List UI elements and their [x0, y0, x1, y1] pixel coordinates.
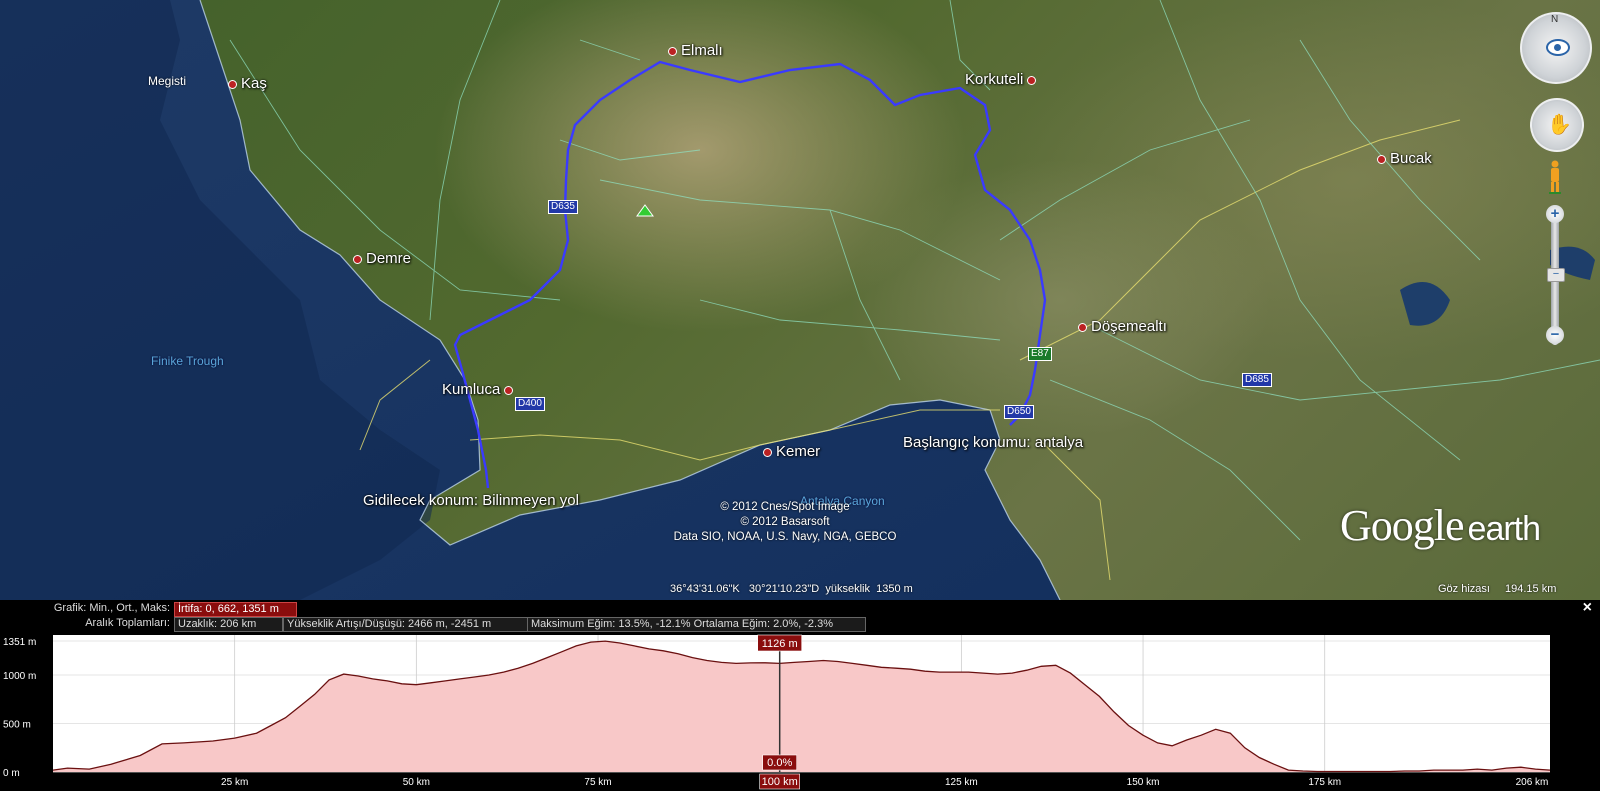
island-label-megisti: Megisti — [148, 74, 187, 88]
place-label: Kaş — [241, 75, 267, 92]
cursor-distance-text: 100 km — [762, 776, 798, 788]
totals-label: Aralık Toplamları: — [85, 617, 170, 629]
slope-stat[interactable]: Maksimum Eğim: 13.5%, -12.1% Ortalama Eğ… — [527, 617, 866, 632]
y-tick-label: 500 m — [3, 720, 31, 731]
place-dot-icon — [228, 79, 237, 89]
sea-label-finike: Finike Trough — [151, 354, 224, 368]
place-kemer[interactable]: Kemer — [763, 443, 820, 460]
zoom-out-button[interactable]: − — [1546, 326, 1564, 344]
destination-label[interactable]: Gidilecek konum: Bilinmeyen yol — [363, 492, 579, 509]
zoom-slider-handle[interactable]: − — [1547, 268, 1565, 282]
place-kumluca[interactable]: Kumluca — [442, 381, 514, 398]
north-indicator[interactable]: N — [1551, 14, 1558, 25]
gain-loss-stat[interactable]: Yükseklik Artışı/Düşüşü: 2466 m, -2451 m — [283, 617, 528, 632]
place-dot-icon — [1377, 154, 1386, 164]
y-tick-label: 0 m — [3, 768, 20, 779]
place-label: Bucak — [1390, 150, 1432, 167]
place-bucak[interactable]: Bucak — [1377, 150, 1432, 167]
place-korkuteli[interactable]: Korkuteli — [965, 71, 1037, 88]
copyright-notice: © 2012 Cnes/Spot Image © 2012 Basarsoft … — [630, 500, 940, 545]
y-tick-label: 1351 m — [3, 637, 36, 648]
cursor-elevation-text: 1126 m — [762, 638, 798, 650]
eye-icon — [1546, 39, 1570, 56]
place-dot-icon — [1027, 75, 1037, 85]
x-tick-label: 175 km — [1308, 777, 1341, 788]
y-axis-ticks: 0 m 500 m 1000 m 1351 m — [3, 637, 36, 779]
x-tick-label: 75 km — [584, 777, 611, 788]
x-axis-ticks: 25 km 50 km 75 km 125 km 150 km 175 km 206 km — [221, 777, 1548, 788]
x-tick-label: 50 km — [403, 777, 430, 788]
place-label: Demre — [366, 250, 412, 267]
place-elmali[interactable]: Elmalı — [668, 42, 723, 59]
road-shield-d635: D635 — [548, 200, 578, 214]
place-dot-icon — [353, 254, 362, 264]
street-view-pegman-icon[interactable] — [1549, 160, 1561, 194]
start-location-label[interactable]: Başlangıç konumu: antalya — [903, 434, 1083, 451]
look-around-control[interactable]: N — [1520, 12, 1592, 84]
eye-altitude-value: 194.15 km — [1505, 583, 1557, 595]
eye-altitude-label: Göz hizası — [1438, 583, 1490, 595]
road-shield-e87: E87 — [1028, 347, 1052, 361]
place-kas[interactable]: Kaş — [228, 75, 267, 92]
hand-icon: ✋ — [1547, 114, 1572, 136]
zoom-in-button[interactable]: + — [1546, 205, 1564, 223]
x-tick-label: 150 km — [1127, 777, 1160, 788]
elevation-profile-panel: × Grafik: Min., Ort., Maks: İrtifa: 0, 6… — [0, 600, 1600, 791]
place-label: Korkuteli — [965, 71, 1024, 88]
place-dot-icon — [668, 46, 677, 56]
close-panel-button[interactable]: × — [1583, 600, 1592, 616]
cursor-slope-text: 0.0% — [767, 757, 792, 769]
x-tick-label: 125 km — [945, 777, 978, 788]
park-marker-icon[interactable] — [636, 204, 654, 217]
elevation-stat[interactable]: İrtifa: 0, 662, 1351 m — [174, 602, 297, 617]
road-shield-d685: D685 — [1242, 373, 1272, 387]
lake — [1400, 282, 1450, 326]
place-dot-icon — [504, 385, 514, 395]
place-label: Elmalı — [681, 42, 723, 59]
logo-sub: earth — [1467, 510, 1541, 548]
elevation-chart[interactable]: 0 m 500 m 1000 m 1351 m 25 km 50 km 75 km 125 … — [0, 633, 1600, 791]
x-tick-label: 25 km — [221, 777, 248, 788]
place-dosemealti[interactable]: Döşemealtı — [1078, 318, 1167, 335]
place-label: Kemer — [776, 443, 821, 460]
map-view[interactable]: Kaş Elmalı Korkuteli Bucak Demre Döşemea… — [0, 0, 1600, 600]
google-earth-logo: Google earth — [1340, 500, 1541, 551]
status-bar: 36°43'31.06"K 30°21'10.23"D yükseklik 13… — [0, 583, 1600, 600]
logo-main: Google — [1340, 501, 1465, 550]
copyright-line: Data SIO, NOAA, U.S. Navy, NGA, GEBCO — [673, 531, 897, 543]
copyright-line: © 2012 Cnes/Spot Image — [720, 501, 850, 513]
place-dot-icon — [1078, 322, 1087, 332]
cursor-coordinates: 36°43'31.06"K 30°21'10.23"D yükseklik 13… — [670, 583, 913, 595]
graph-label: Grafik: Min., Ort., Maks: — [53, 602, 170, 614]
place-label: Kumluca — [442, 381, 501, 398]
road-shield-d400: D400 — [515, 397, 545, 411]
place-label: Döşemealtı — [1091, 318, 1167, 335]
copyright-line: © 2012 Basarsoft — [740, 516, 830, 528]
x-tick-label: 206 km — [1516, 777, 1549, 788]
place-demre[interactable]: Demre — [353, 250, 411, 267]
y-tick-label: 1000 m — [3, 671, 36, 682]
place-dot-icon — [763, 447, 772, 457]
move-control[interactable]: ✋ — [1530, 98, 1584, 152]
road-shield-d650: D650 — [1004, 405, 1034, 419]
distance-stat[interactable]: Uzaklık: 206 km — [174, 617, 283, 632]
